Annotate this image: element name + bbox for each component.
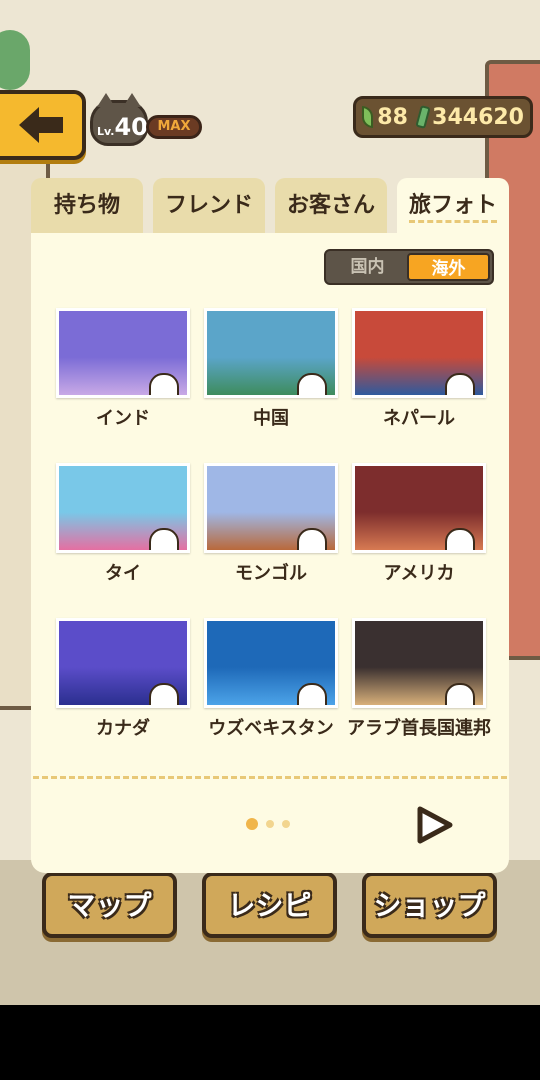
photo-label: インド xyxy=(96,408,150,429)
photo-label: タイ xyxy=(105,563,141,584)
back-arrow-icon xyxy=(19,107,63,143)
travel-photo-thumbnail[interactable] xyxy=(204,308,338,398)
cat-photo-icon xyxy=(149,528,179,550)
leaf-count: 88 xyxy=(377,104,408,130)
cat-photo-icon xyxy=(297,683,327,705)
tab-friends-label: フレンド xyxy=(164,193,253,218)
money-icon xyxy=(415,105,431,129)
recipe-button[interactable]: レシピ xyxy=(202,872,337,938)
tab-guests-label: お客さん xyxy=(286,193,375,218)
travel-photo-thumbnail[interactable] xyxy=(56,308,190,398)
photo-label: ネパール xyxy=(383,408,455,429)
travel-photo-thumbnail[interactable] xyxy=(352,463,486,553)
cat-photo-icon xyxy=(149,373,179,395)
max-badge: MAX xyxy=(146,115,202,139)
panel-divider xyxy=(33,776,507,779)
leaf-icon xyxy=(362,106,374,128)
toggle-overseas[interactable]: 海外 xyxy=(407,253,490,281)
photo-label: ウズベキスタン xyxy=(208,718,334,739)
photo-label: モンゴル xyxy=(235,563,307,584)
toggle-domestic[interactable]: 国内 xyxy=(328,253,407,281)
page-dot xyxy=(266,820,274,828)
money-count: 344620 xyxy=(432,104,524,130)
cat-head-icon: Lv.40 xyxy=(90,93,148,146)
cat-photo-icon xyxy=(445,528,475,550)
cat-photo-icon xyxy=(445,373,475,395)
cat-photo-icon xyxy=(149,683,179,705)
tab-friends[interactable]: フレンド xyxy=(153,178,265,236)
next-page-button[interactable] xyxy=(414,805,454,845)
currency-bar: 88 344620 xyxy=(353,96,533,138)
travel-photo-thumbnail[interactable] xyxy=(56,618,190,708)
play-arrow-icon xyxy=(417,806,453,844)
travel-photo-thumbnail[interactable] xyxy=(352,618,486,708)
region-toggle: 国内 海外 xyxy=(324,249,494,285)
tab-items-label: 持ち物 xyxy=(53,193,120,218)
page-dot xyxy=(282,820,290,828)
level-prefix: Lv. xyxy=(97,125,115,138)
page-dot-active xyxy=(246,818,258,830)
photo-label: カナダ xyxy=(96,718,150,739)
page-indicator xyxy=(246,818,290,830)
photo-label: 中国 xyxy=(253,408,289,429)
tab-guests[interactable]: お客さん xyxy=(275,178,387,236)
map-button[interactable]: マップ xyxy=(42,872,177,938)
tab-items[interactable]: 持ち物 xyxy=(31,178,143,236)
tab-bar: 持ち物 フレンド お客さん 旅フォト xyxy=(31,178,509,236)
photo-label: アメリカ xyxy=(383,563,455,584)
tab-travel-photos[interactable]: 旅フォト xyxy=(397,178,509,236)
level-number: 40 xyxy=(114,113,148,141)
travel-photo-thumbnail[interactable] xyxy=(352,308,486,398)
cat-photo-icon xyxy=(297,528,327,550)
tab-travel-photos-label: 旅フォト xyxy=(408,193,497,223)
cat-photo-icon xyxy=(297,373,327,395)
photo-label: アラブ首長国連邦 xyxy=(347,718,491,739)
travel-photo-thumbnail[interactable] xyxy=(56,463,190,553)
cat-photo-icon xyxy=(445,683,475,705)
travel-photo-thumbnail[interactable] xyxy=(204,618,338,708)
shop-button[interactable]: ショップ xyxy=(362,872,497,938)
bush-decoration xyxy=(0,30,30,90)
back-button[interactable] xyxy=(0,90,86,160)
travel-photo-thumbnail[interactable] xyxy=(204,463,338,553)
